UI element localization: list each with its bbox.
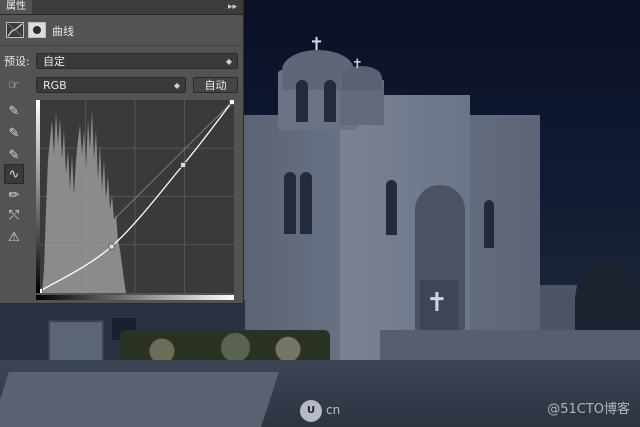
panel-tabbar: 属性 ▸▸	[0, 0, 243, 15]
black-point-eyedropper-icon[interactable]: ✎	[4, 102, 24, 122]
watermark-logo-suffix: cn	[326, 403, 341, 417]
dome-window	[296, 80, 308, 122]
curves-graph[interactable]	[36, 100, 234, 293]
curve-control-point[interactable]	[108, 243, 115, 250]
gray-point-eyedropper-icon[interactable]: ✎	[4, 124, 24, 144]
watermark-text: @51CTO博客	[547, 402, 630, 417]
input-gradient-bar	[36, 295, 234, 300]
output-gradient-bar	[36, 100, 40, 293]
curve-edit-icon[interactable]: ∿	[4, 164, 24, 184]
clipping-warning-icon[interactable]: ⚠	[4, 228, 24, 248]
dome-window	[324, 80, 336, 122]
preset-dropdown[interactable]: 自定 ◆	[36, 53, 238, 69]
chevron-updown-icon: ◆	[173, 81, 180, 90]
curves-plot[interactable]	[36, 100, 234, 293]
preset-value: 自定	[43, 55, 65, 68]
chevron-updown-icon: ◆	[225, 57, 232, 66]
properties-panel: 属性 ▸▸ 曲线 预设: 自定 ◆ ☞ RGB ◆ 自动 ✎ ✎ ✎ ∿ ✏ ⤲…	[0, 0, 244, 304]
hand-targeted-icon[interactable]: ☞	[4, 76, 24, 96]
curve-control-point[interactable]	[229, 100, 235, 105]
curve-control-point[interactable]	[180, 162, 186, 168]
facade-window	[484, 200, 494, 248]
auto-button[interactable]: 自动	[193, 77, 238, 93]
channel-value: RGB	[43, 79, 67, 92]
preset-label: 预设:	[4, 55, 30, 68]
panel-menu-icon[interactable]: ▸▸	[228, 0, 237, 14]
facade-window	[284, 172, 296, 234]
small-dome-cross: ✝	[352, 57, 363, 72]
panel-header: 曲线	[0, 15, 243, 46]
left-building-door	[48, 320, 104, 364]
walkway	[0, 372, 279, 427]
dome-cross: ✝	[309, 34, 325, 55]
smooth-icon[interactable]: ⤲	[4, 206, 24, 226]
facade-window	[300, 172, 312, 234]
panel-title: 曲线	[52, 25, 74, 38]
facade-window	[386, 180, 397, 235]
curves-adjustment-icon[interactable]	[6, 22, 24, 38]
pencil-draw-icon[interactable]: ✏	[4, 186, 24, 206]
tab-properties[interactable]: 属性	[0, 0, 32, 14]
layer-mask-icon[interactable]	[28, 22, 46, 38]
channel-dropdown[interactable]: RGB ◆	[36, 77, 186, 93]
watermark-logo: U	[300, 400, 322, 422]
white-point-eyedropper-icon[interactable]: ✎	[4, 146, 24, 166]
door-cross: ✝	[426, 288, 448, 318]
